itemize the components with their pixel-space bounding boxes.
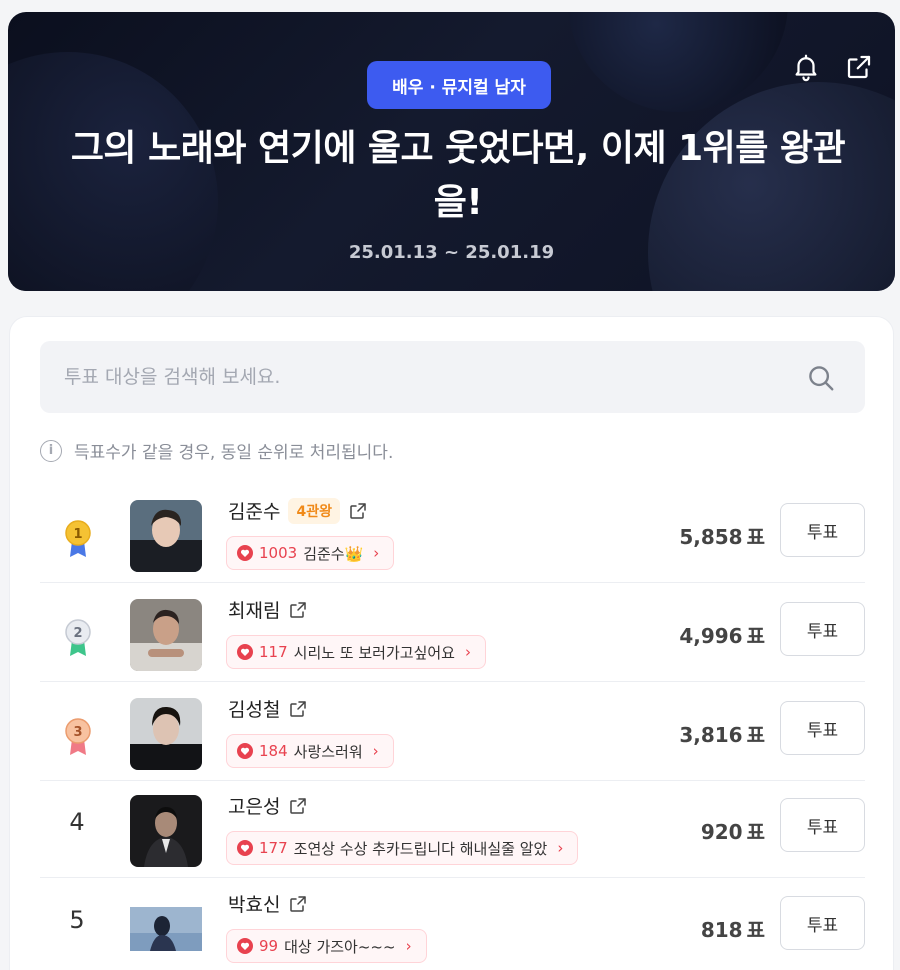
vote-count-value: 4,996 (679, 624, 743, 648)
external-link-icon[interactable] (288, 699, 308, 719)
cheer-message[interactable]: 177 조연상 수상 추카드립니다 해내실줄 알았 › (226, 831, 579, 865)
search-box (40, 341, 865, 413)
cheer-count: 1003 (259, 544, 298, 562)
chevron-right-icon: › (372, 742, 379, 760)
search-input[interactable] (64, 341, 764, 413)
info-icon: i (40, 439, 62, 462)
bronze-medal-icon: 3 (65, 718, 91, 755)
avatar[interactable] (130, 698, 202, 770)
cheer-text: 대상 가즈아~~~ (284, 937, 396, 956)
vote-count: 5,858 표 (679, 521, 765, 550)
vote-unit: 표 (746, 918, 765, 942)
cheer-text: 김준수👑 (303, 544, 364, 563)
vote-count: 3,816 표 (679, 719, 765, 748)
vote-count-value: 818 (700, 918, 743, 942)
external-link-icon[interactable] (288, 600, 308, 620)
medal-rank: 1 (73, 527, 82, 542)
avatar[interactable] (130, 893, 202, 965)
cheer-count: 99 (259, 937, 279, 955)
heart-icon (237, 545, 253, 561)
vote-button[interactable]: 투표 (780, 701, 865, 755)
ranking-row: 5 박효신 99 대상 가즈아~~~ › 818 표 투표 (40, 878, 865, 970)
name-line: 최재림 (228, 596, 308, 623)
cheer-message[interactable]: 1003 김준수👑 › (226, 536, 395, 570)
heart-icon (237, 644, 253, 660)
vote-unit: 표 (746, 820, 765, 844)
cheer-count: 177 (259, 839, 288, 857)
vote-unit: 표 (746, 723, 765, 747)
ranking-row: 1 김준수 4관왕 1003 김준수👑 › 5,858 표 투표 (40, 485, 865, 583)
vote-unit: 표 (746, 624, 765, 648)
page-title: 그의 노래와 연기에 울고 웃었다면, 이제 1위를 왕관을! (68, 122, 848, 230)
search-icon[interactable] (806, 363, 836, 393)
chevron-right-icon: › (405, 937, 412, 955)
name-line: 김성철 (228, 695, 308, 722)
medal-rank: 3 (73, 725, 82, 740)
tie-notice: i 득표수가 같을 경우, 동일 순위로 처리됩니다. (40, 438, 393, 463)
hero-banner: 배우 · 뮤지컬 남자 그의 노래와 연기에 울고 웃었다면, 이제 1위를 왕… (8, 12, 895, 291)
tie-notice-text: 득표수가 같을 경우, 동일 순위로 처리됩니다. (74, 443, 394, 463)
vote-button[interactable]: 투표 (780, 896, 865, 950)
chevron-right-icon: › (557, 839, 564, 857)
external-link-icon[interactable] (288, 894, 308, 914)
gold-medal-icon: 1 (65, 520, 91, 557)
candidate-name: 고은성 (228, 796, 281, 818)
name-line: 김준수 4관왕 (228, 497, 368, 524)
medal-rank: 2 (73, 626, 82, 641)
category-badge: 배우 · 뮤지컬 남자 (367, 61, 551, 109)
external-link-icon[interactable] (288, 796, 308, 816)
name-line: 고은성 (228, 792, 308, 819)
cheer-message[interactable]: 117 시리노 또 보러가고싶어요 › (226, 635, 486, 669)
ranking-row: 2 최재림 117 시리노 또 보러가고싶어요 › 4,996 표 투표 (40, 584, 865, 682)
chevron-right-icon: › (464, 643, 471, 661)
share-icon[interactable] (844, 52, 874, 82)
ranking-row: 4 고은성 177 조연상 수상 추카드립니다 해내실줄 알았 › 920표 (40, 780, 865, 878)
heart-icon (237, 840, 253, 856)
vote-count: 4,996 표 (679, 620, 765, 649)
avatar[interactable] (130, 500, 202, 572)
vote-count: 818 표 (701, 914, 765, 943)
cheer-text: 조연상 수상 추카드립니다 해내실줄 알았 (293, 839, 548, 858)
silver-medal-icon: 2 (65, 619, 91, 656)
name-line: 박효신 (228, 890, 308, 917)
vote-count-value: 5,858 (679, 525, 743, 549)
cheer-message[interactable]: 99 대상 가즈아~~~ › (226, 929, 427, 963)
candidate-name: 김성철 (228, 699, 281, 721)
page-title-text: 그의 노래와 연기에 울고 웃었다면, 이제 1위를 왕관을! (70, 128, 846, 223)
candidate-name: 최재림 (228, 600, 281, 622)
cheer-count: 117 (259, 643, 288, 661)
heart-icon (237, 743, 253, 759)
chevron-right-icon: › (373, 544, 380, 562)
candidate-name: 김준수 (228, 501, 281, 523)
vote-count: 920 표 (701, 816, 765, 845)
vote-button[interactable]: 투표 (780, 798, 865, 852)
vote-button[interactable]: 투표 (780, 503, 865, 557)
date-range: 25.01.13 ~ 25.01.19 (348, 242, 555, 263)
cheer-message[interactable]: 184 사랑스러워 › (226, 734, 394, 768)
rank-number: 4 (69, 808, 85, 836)
rank-number: 5 (69, 906, 85, 934)
vote-button[interactable]: 투표 (780, 602, 865, 656)
cheer-text: 사랑스러워 (293, 742, 363, 761)
avatar[interactable] (130, 795, 202, 867)
candidate-name: 박효신 (228, 894, 281, 916)
ranking-panel: i 득표수가 같을 경우, 동일 순위로 처리됩니다. 1 김준수 4관왕 (9, 316, 894, 970)
bell-icon[interactable] (791, 52, 821, 82)
avatar[interactable] (130, 599, 202, 671)
ranking-row: 3 김성철 184 사랑스러워 › 3,816 표 투표 (40, 683, 865, 781)
cheer-count: 184 (259, 742, 288, 760)
external-link-icon[interactable] (348, 501, 368, 521)
heart-icon (237, 938, 253, 954)
vote-count-value: 3,816 (679, 723, 743, 747)
vote-unit: 표 (746, 525, 765, 549)
vote-count-value: 920 (700, 820, 743, 844)
cheer-text: 시리노 또 보러가고싶어요 (293, 643, 455, 662)
title-count-badge: 4관왕 (288, 497, 340, 524)
